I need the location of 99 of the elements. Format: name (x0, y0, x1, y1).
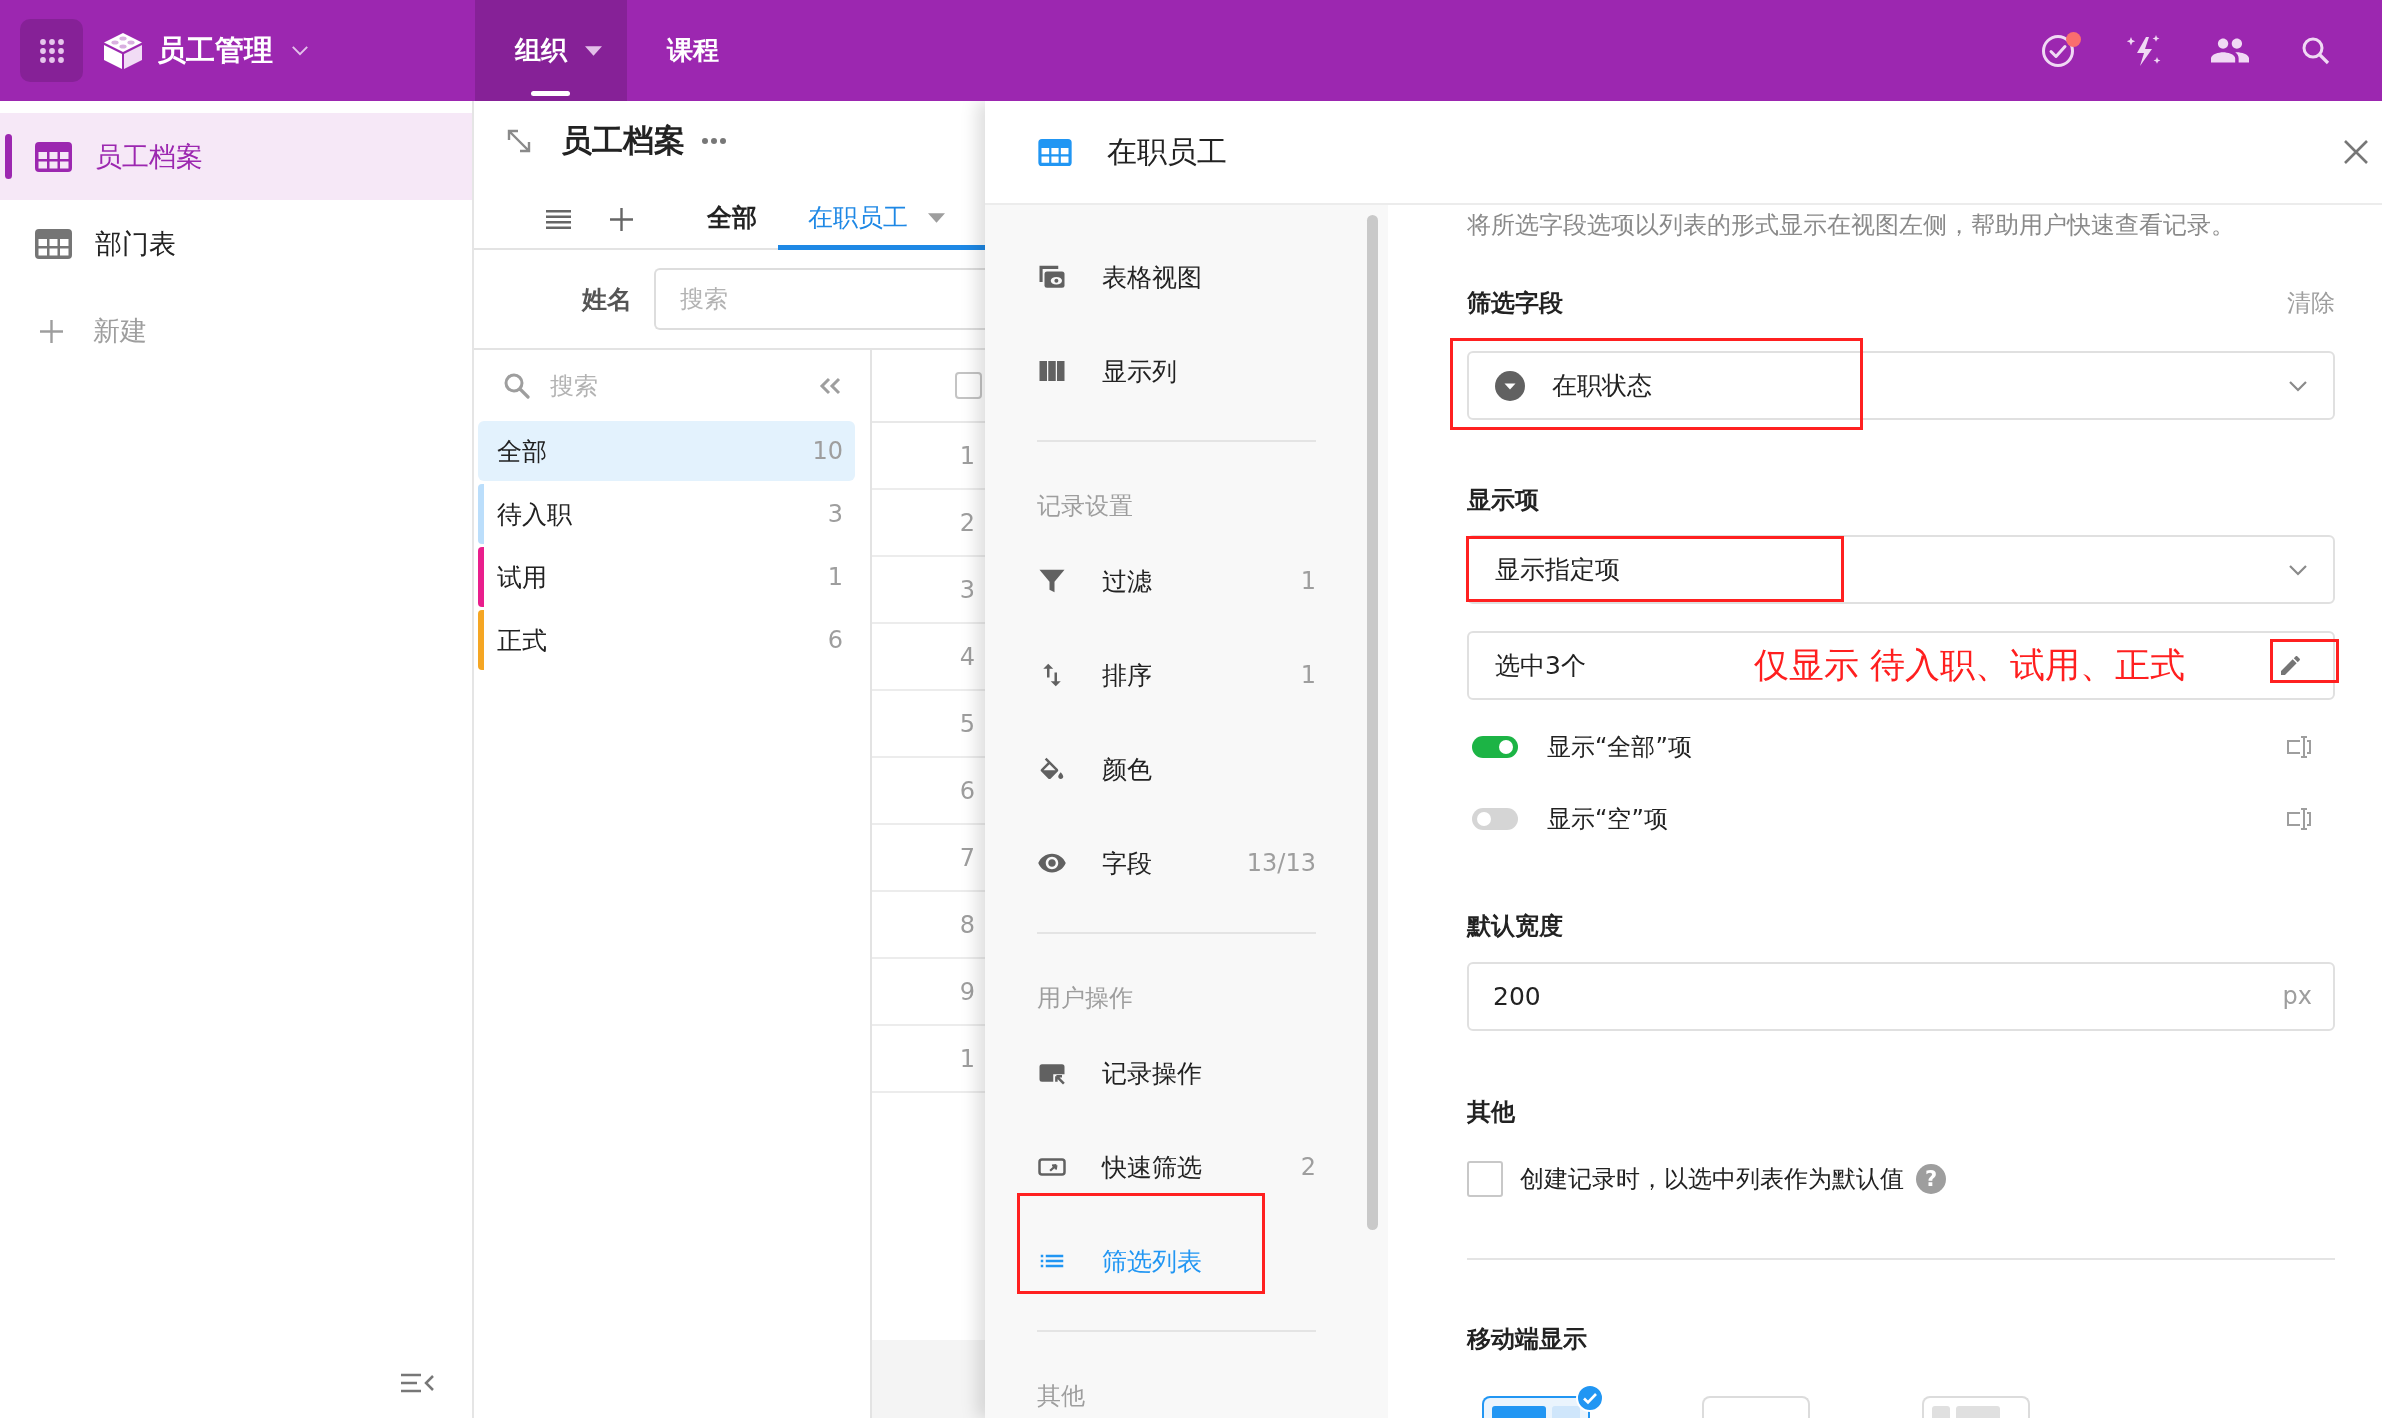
display-mode-select[interactable]: 显示指定项 (1467, 535, 2335, 604)
more-button[interactable] (701, 136, 727, 145)
item-count: 1 (1300, 661, 1316, 689)
check-circle-icon (2041, 33, 2075, 68)
field-cursor-icon (2286, 807, 2312, 831)
unit-label: px (2282, 981, 2312, 1012)
checkbox-label: 创建记录时，以选中列表作为默认值 (1520, 1164, 1904, 1195)
item-count: 3 (827, 500, 843, 528)
section-title: 其他 (1467, 1097, 1515, 1128)
close-icon (2342, 138, 2370, 166)
close-button[interactable] (2342, 138, 2370, 166)
section-title: 移动端显示 (1467, 1324, 1587, 1355)
search-icon (503, 372, 530, 399)
active-tab-indicator (531, 91, 570, 96)
caret-down-icon (928, 212, 945, 223)
pencil-icon (2281, 656, 2300, 675)
field-cursor-icon (2286, 735, 2312, 759)
settings-nav-item[interactable]: 记录操作 (1037, 1026, 1316, 1120)
settings-nav-item[interactable]: 表格视图 (1037, 230, 1316, 324)
checkbox[interactable] (1467, 1161, 1503, 1197)
collapse-sidebar-button[interactable] (400, 1372, 436, 1394)
plus-icon (610, 207, 633, 231)
toggle-switch[interactable] (1472, 808, 1518, 830)
people-icon (2211, 37, 2249, 64)
item-count: 2 (1300, 1153, 1316, 1181)
toggle-label: 显示“空”项 (1547, 804, 1668, 835)
toggle-label: 显示“全部”项 (1547, 732, 1692, 763)
plus-icon (40, 319, 63, 343)
settings-nav-item[interactable]: 过滤 1 (1037, 534, 1316, 628)
description-text: 将所选字段选项以列表的形式显示在视图左侧，帮助用户快速查看记录。 (1467, 210, 2235, 241)
filter-search-field[interactable]: 搜索 (550, 371, 780, 400)
section-title: 默认宽度 (1467, 911, 1563, 942)
nav-tab[interactable]: 组织 (475, 0, 627, 101)
layout-option[interactable] (1482, 1396, 1590, 1418)
table-icon (1038, 138, 1072, 166)
double-chevron-left-icon (818, 376, 843, 395)
more-dots-icon (701, 136, 727, 145)
selection-field[interactable]: 选中3个 仅显示 待入职、试用、正式 (1467, 631, 2335, 700)
item-count: 6 (827, 626, 843, 654)
scrollbar-thumb[interactable] (1367, 215, 1378, 1230)
item-count: 1 (827, 563, 843, 591)
toggle-switch[interactable] (1472, 736, 1518, 758)
view-tab[interactable]: 全部 (677, 190, 757, 250)
item-count: 10 (812, 437, 843, 465)
settings-nav-item[interactable]: 快速筛选 2 (1037, 1120, 1316, 1214)
select-all-checkbox[interactable] (955, 372, 982, 399)
table-icon (35, 228, 72, 259)
row-number: 2 (959, 508, 975, 537)
sparkle-bolt-icon (2126, 33, 2162, 68)
row-number: 5 (959, 709, 975, 738)
edit-button[interactable] (2281, 656, 2300, 675)
check-badge-icon (1576, 1384, 1604, 1412)
section-title: 显示项 (1467, 485, 1539, 516)
row-number: 3 (959, 575, 975, 604)
search-icon (2301, 35, 2331, 66)
row-number: 1 (959, 1044, 975, 1073)
field-select[interactable]: 在职状态 (1467, 351, 2335, 420)
section-title: 筛选字段 (1467, 288, 1563, 319)
chevron-down-icon (2288, 379, 2308, 392)
filter-list-item[interactable]: 正式 6 (478, 610, 855, 670)
drawer-title: 在职员工 (1107, 132, 1227, 171)
field-label: 姓名 (582, 283, 632, 316)
sidebar-item[interactable]: 部门表 (0, 200, 472, 287)
filter-list-item[interactable]: 全部 10 (478, 421, 855, 481)
item-count: 13/13 (1246, 849, 1316, 877)
chevron-down-icon (291, 45, 309, 56)
name-search-field[interactable]: 搜索 (654, 268, 985, 330)
section-heading: 其他 (1037, 1381, 1085, 1411)
chevron-down-icon (2288, 563, 2308, 576)
settings-nav-item[interactable]: 颜色 (1037, 722, 1316, 816)
selection-summary: 选中3个 (1495, 650, 1586, 682)
annotation-text: 仅显示 待入职、试用、正式 (1753, 644, 2185, 687)
row-number: 4 (959, 642, 975, 671)
row-number: 7 (959, 843, 975, 872)
settings-nav-item[interactable]: 排序 1 (1037, 628, 1316, 722)
cube-icon (103, 31, 143, 70)
selection-indicator (5, 134, 12, 179)
list-lines-icon (546, 209, 571, 229)
collapse-list-button[interactable] (818, 376, 843, 395)
caret-circle-icon (1495, 370, 1525, 401)
apps-grid-icon (38, 37, 65, 64)
table-icon (35, 141, 72, 172)
nav-tab[interactable]: 课程 (627, 0, 744, 101)
section-heading: 用户操作 (1037, 983, 1133, 1013)
sidebar-item[interactable]: 员工档案 (0, 113, 472, 200)
collapse-menu-icon (400, 1372, 436, 1394)
row-number: 8 (959, 910, 975, 939)
filter-list-item[interactable]: 待入职 3 (478, 484, 855, 544)
table-title: 员工档案 (561, 120, 685, 160)
row-number: 1 (959, 441, 975, 470)
settings-nav-item[interactable]: 显示列 (1037, 324, 1316, 418)
filter-list-item[interactable]: 试用 1 (478, 547, 855, 607)
apps-button[interactable] (20, 19, 83, 82)
row-number: 6 (959, 776, 975, 805)
item-count: 1 (1300, 567, 1316, 595)
section-heading: 记录设置 (1037, 491, 1133, 521)
app-title-button[interactable]: 员工管理 (157, 30, 309, 71)
row-number: 9 (959, 977, 975, 1006)
settings-nav-item[interactable]: 字段 13/13 (1037, 816, 1316, 910)
